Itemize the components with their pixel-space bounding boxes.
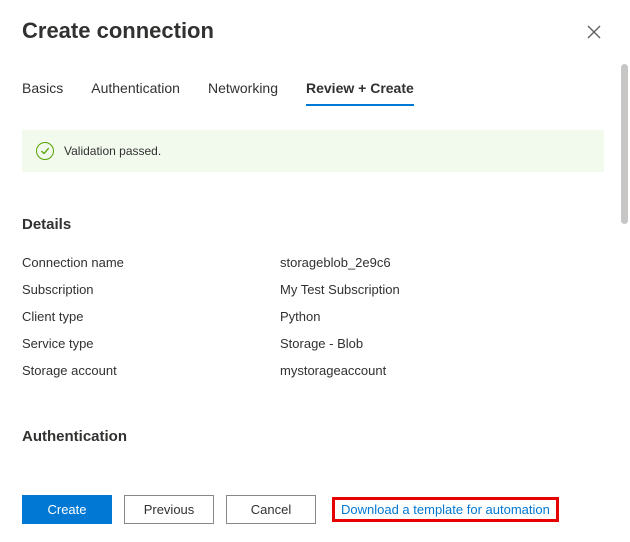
- tab-networking[interactable]: Networking: [208, 80, 278, 106]
- previous-button[interactable]: Previous: [124, 495, 214, 524]
- detail-label: Connection name: [22, 255, 280, 270]
- detail-value: mystorageaccount: [280, 363, 386, 378]
- validation-banner: Validation passed.: [22, 130, 604, 172]
- detail-label: Client type: [22, 309, 280, 324]
- highlight-annotation: Download a template for automation: [332, 497, 559, 522]
- detail-label: Storage account: [22, 363, 280, 378]
- close-icon: [587, 25, 601, 39]
- detail-row-subscription: Subscription My Test Subscription: [22, 276, 604, 303]
- panel-body[interactable]: Validation passed. Details Connection na…: [22, 130, 608, 481]
- detail-row-client-type: Client type Python: [22, 303, 604, 330]
- wizard-tabs: Basics Authentication Networking Review …: [22, 80, 608, 106]
- tab-basics[interactable]: Basics: [22, 80, 63, 106]
- detail-label: Service type: [22, 336, 280, 351]
- panel-footer: Create Previous Cancel Download a templa…: [22, 481, 608, 542]
- tab-authentication[interactable]: Authentication: [91, 80, 180, 106]
- detail-value: Python: [280, 309, 320, 324]
- create-connection-panel: Create connection Basics Authentication …: [0, 0, 630, 542]
- detail-row-connection-name: Connection name storageblob_2e9c6: [22, 249, 604, 276]
- success-check-icon: [36, 142, 54, 160]
- panel-header: Create connection: [22, 18, 608, 46]
- create-button[interactable]: Create: [22, 495, 112, 524]
- authentication-section-title: Authentication: [22, 428, 604, 445]
- vertical-scrollbar[interactable]: [621, 64, 628, 472]
- detail-value: Storage - Blob: [280, 336, 363, 351]
- detail-row-storage-account: Storage account mystorageaccount: [22, 357, 604, 384]
- validation-message: Validation passed.: [64, 144, 161, 158]
- panel-title: Create connection: [22, 18, 214, 44]
- download-template-link[interactable]: Download a template for automation: [341, 502, 550, 517]
- tab-review-create[interactable]: Review + Create: [306, 80, 414, 106]
- detail-value: My Test Subscription: [280, 282, 400, 297]
- detail-row-service-type: Service type Storage - Blob: [22, 330, 604, 357]
- detail-label: Subscription: [22, 282, 280, 297]
- close-button[interactable]: [580, 18, 608, 46]
- details-section-title: Details: [22, 216, 604, 233]
- cancel-button[interactable]: Cancel: [226, 495, 316, 524]
- scrollbar-thumb[interactable]: [621, 64, 628, 224]
- detail-value: storageblob_2e9c6: [280, 255, 391, 270]
